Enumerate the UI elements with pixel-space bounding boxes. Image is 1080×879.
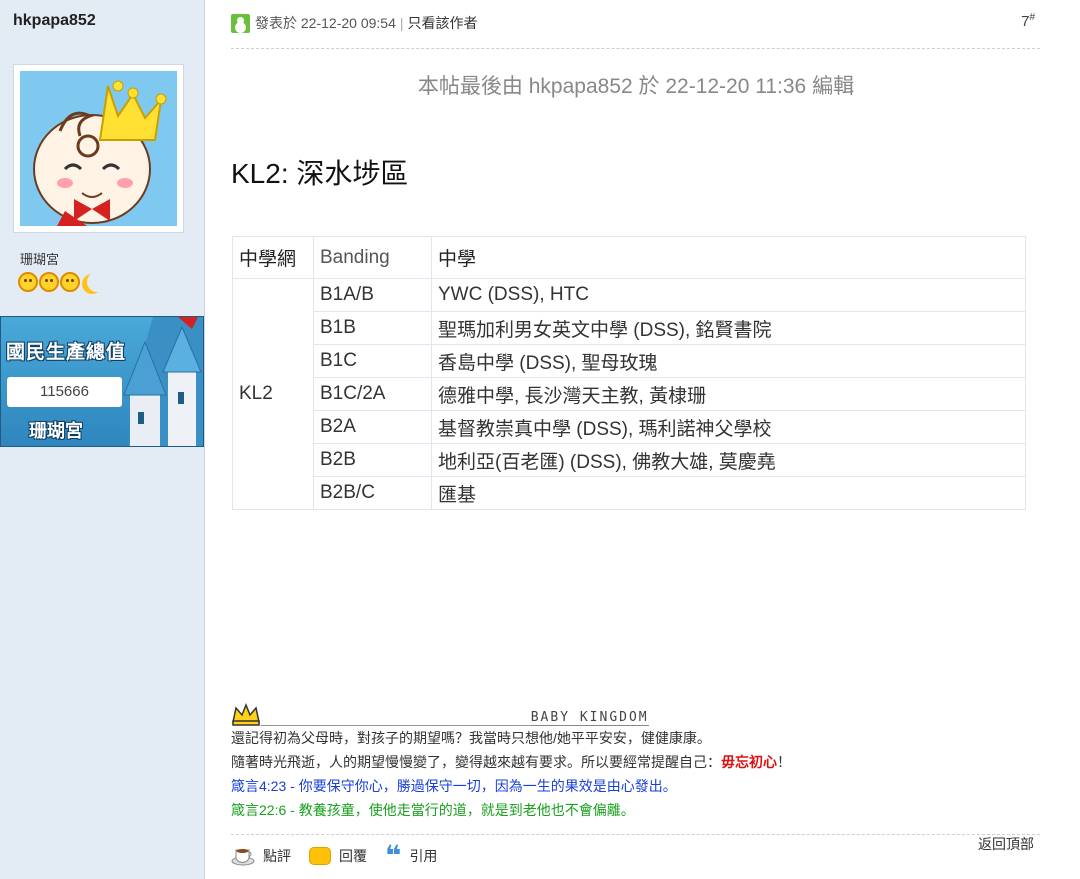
header-cell-network: 中學網 (232, 236, 314, 279)
signature-rule: ________________________________ BABY KI… (231, 696, 1031, 726)
signature-line-2-end: ！ (777, 754, 791, 770)
header-divider (231, 48, 1040, 49)
table-row: B1B 聖瑪加利男女英文中學 (DSS), 銘賢書院 (233, 311, 1026, 345)
face-icon (60, 272, 80, 292)
school-cell: 地利亞(百老匯) (DSS), 佛教大雄, 莫慶堯 (431, 443, 1026, 477)
school-cell: YWC (DSS), HTC (431, 278, 1026, 312)
back-to-top-link[interactable]: 返回頂部 (978, 834, 1034, 854)
school-cell: 香島中學 (DSS), 聖母玫瑰 (431, 344, 1026, 378)
signature-dashes: ________________________________ (261, 710, 531, 726)
post-floor-number[interactable]: 7# (1021, 12, 1035, 30)
table-row: B2A 基督教崇真中學 (DSS), 瑪利諾神父學校 (233, 410, 1026, 444)
band-cell: B1C/2A (313, 377, 432, 411)
band-cell: B1A/B (313, 278, 432, 312)
table-row: B1C/2A 德雅中學, 長沙灣天主教, 黃棣珊 (233, 377, 1026, 411)
edit-note: 本帖最後由 hkpapa852 於 22-12-20 11:36 編輯 (417, 75, 855, 98)
school-cell: 德雅中學, 長沙灣天主教, 黃棣珊 (431, 377, 1026, 411)
school-cell: 基督教崇真中學 (DSS), 瑪利諾神父學校 (431, 410, 1026, 444)
crown-icon (232, 702, 260, 726)
school-cell: 匯基 (431, 476, 1026, 510)
post-content: 發表於 22-12-20 09:54 | 只看該作者 7# 本帖最後由 hkpa… (206, 0, 1080, 879)
medal-title: 國民生產總值 (6, 342, 127, 363)
rate-label: 點評 (263, 848, 291, 864)
signature-proverb-1: 箴言4:23 - 你要保守你心，勝過保守一切，因為一生的果效是由心發出。 (231, 778, 677, 794)
post-heading: KL2: 深水埗區 (231, 158, 409, 189)
posted-label: 發表於 (255, 15, 297, 31)
avatar-frame[interactable] (13, 64, 184, 233)
gnp-medal[interactable]: 國民生產總值 115666 珊瑚宮 (0, 316, 204, 447)
post-actions: 點評 回覆 ❝ 引用 (231, 840, 455, 871)
signature-line-2: 隨著時光飛逝，人的期望慢慢變了，變得越來越有要求。所以要經常提醒自己：毋忘初心！ (231, 750, 1031, 774)
author-group: 珊瑚宮 (20, 252, 60, 267)
header-cell-banding: Banding (313, 236, 432, 279)
table-row: KL2 B1A/B YWC (DSS), HTC (232, 278, 1026, 510)
signature-proverb-2: 箴言22:6 - 教養孩童，使他走當行的道，就是到老他也不會偏離。 (231, 802, 635, 818)
signature-line-2-text: 隨著時光飛逝，人的期望慢慢變了，變得越來越有要求。所以要經常提醒自己： (231, 754, 721, 770)
quote-button[interactable]: ❝ 引用 (385, 840, 438, 871)
author-username[interactable]: hkpapa852 (13, 12, 96, 30)
table-row: B2B/C 匯基 (233, 476, 1026, 510)
table-row: B2B 地利亞(百老匯) (DSS), 佛教大雄, 莫慶堯 (233, 443, 1026, 477)
speech-bubble-icon (309, 847, 331, 865)
footer-divider (231, 834, 1040, 835)
medal-subtitle: 珊瑚宮 (29, 421, 83, 441)
moon-icon (87, 272, 107, 292)
meta-separator: | (399, 15, 404, 31)
band-cell: B2B (313, 443, 432, 477)
band-cell: B1B (313, 311, 432, 345)
rate-button[interactable]: 點評 (231, 846, 291, 866)
band-cell: B2B/C (313, 476, 432, 510)
quote-label: 引用 (409, 848, 438, 864)
school-cell: 聖瑪加利男女英文中學 (DSS), 銘賢書院 (431, 311, 1026, 345)
band-cell: B1C (313, 344, 432, 378)
region-cell: KL2 (232, 278, 314, 510)
table-header-row: 中學網 Banding 中學 (232, 236, 1026, 279)
online-user-icon (231, 13, 250, 33)
signature: ________________________________ BABY KI… (231, 696, 1031, 822)
post-meta: 發表於 22-12-20 09:54 | 只看該作者 (231, 13, 478, 33)
signature-brand: BABY KINGDOM (530, 710, 649, 726)
school-banding-table: 中學網 Banding 中學 KL2 B1A/B YWC (DSS), HTC … (232, 236, 1026, 510)
view-author-only-link[interactable]: 只看該作者 (408, 13, 478, 33)
reply-button[interactable]: 回覆 (309, 846, 367, 866)
medal-value: 115666 (7, 377, 122, 407)
band-cell: B2A (313, 410, 432, 444)
posted-time: 22-12-20 09:54 (300, 15, 396, 31)
face-icon (18, 272, 38, 292)
reply-label: 回覆 (339, 848, 367, 864)
header-cell-school: 中學 (431, 236, 1026, 279)
floor-mark: # (1029, 12, 1035, 23)
forum-post-page: hkpapa852 珊瑚宮 國民生產總值 115666 珊瑚宮 發表於 22-1… (0, 0, 1080, 879)
avatar[interactable] (20, 71, 177, 226)
table-row: B1C 香島中學 (DSS), 聖母玫瑰 (233, 344, 1026, 378)
author-sidebar: hkpapa852 珊瑚宮 國民生產總值 115666 珊瑚宮 (0, 0, 205, 879)
rank-icons (18, 272, 107, 292)
coffee-cup-icon (231, 849, 255, 866)
signature-highlight: 毋忘初心 (721, 754, 777, 770)
signature-line-1: 還記得初為父母時，對孩子的期望嗎？我當時只想他/她平平安安，健健康康。 (231, 730, 711, 746)
face-icon (39, 272, 59, 292)
quote-icon: ❝ (385, 840, 402, 871)
